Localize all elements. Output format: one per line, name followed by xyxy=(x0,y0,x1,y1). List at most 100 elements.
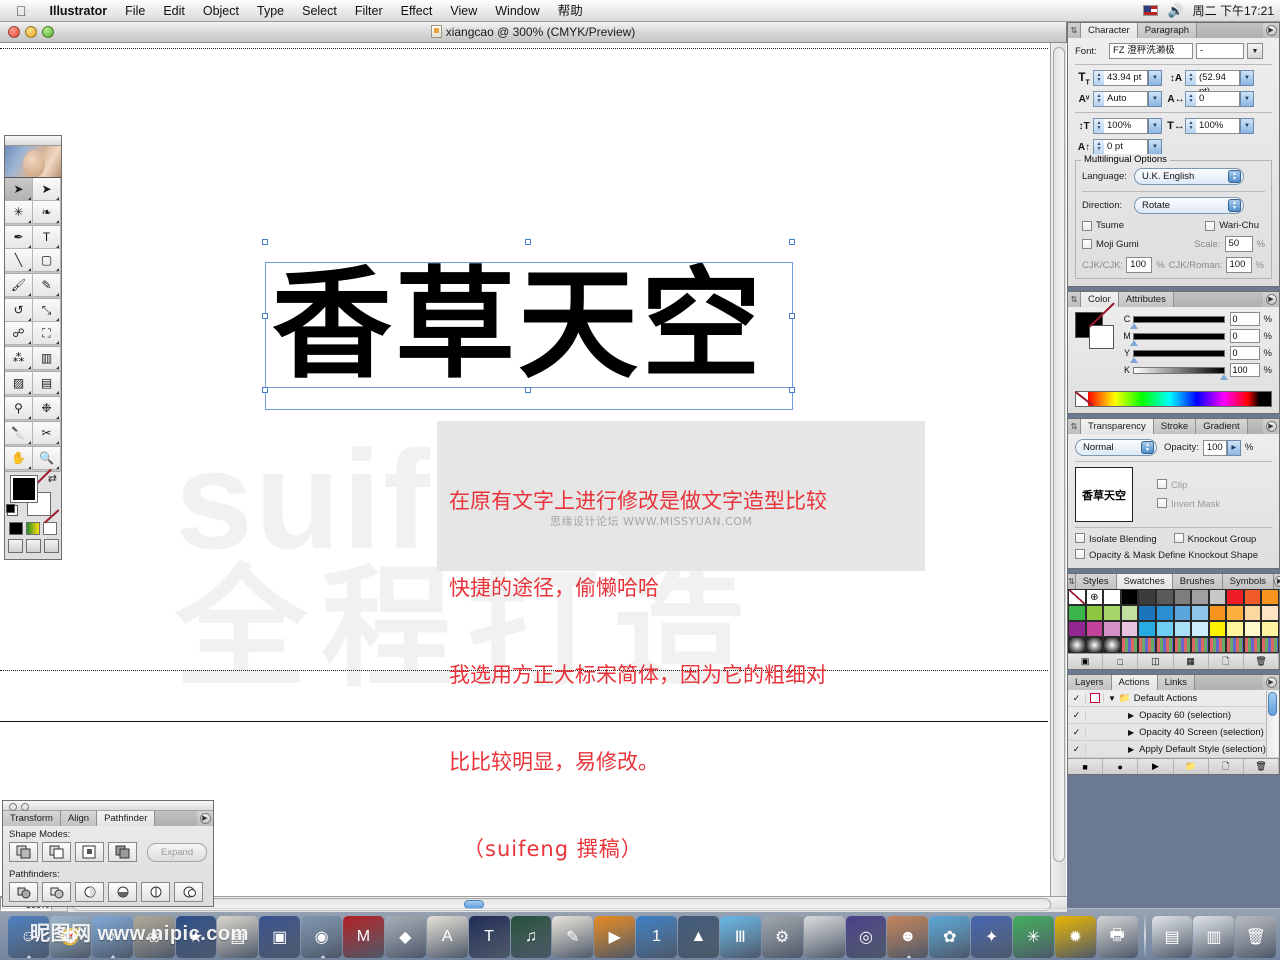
tab-links[interactable]: Links xyxy=(1157,675,1195,691)
font-size-dropdown-icon[interactable]: ▼ xyxy=(1148,70,1162,87)
mesh-tool[interactable]: ▨ xyxy=(5,372,33,395)
tab-pathfinder[interactable]: Pathfinder xyxy=(97,811,156,826)
apple-menu-icon[interactable]:  xyxy=(16,4,27,18)
swatch-41[interactable] xyxy=(1155,637,1174,654)
close-button[interactable] xyxy=(8,26,20,38)
horizontal-scale-field[interactable]: 100% xyxy=(1196,118,1240,135)
dock-item-imovie[interactable]: ★ xyxy=(175,916,217,958)
eyedropper-tool[interactable]: ⚲ xyxy=(5,397,33,420)
actions-row[interactable]: ✓ ▶ Apply Default Style (selection) xyxy=(1068,741,1279,759)
free-transform-tool[interactable]: ⛶ xyxy=(33,322,61,345)
swatch-26[interactable] xyxy=(1103,621,1121,638)
pen-tool[interactable]: ✒ xyxy=(5,226,33,249)
language-popup[interactable]: U.K. English ▲ ▼ xyxy=(1134,168,1244,186)
swatch-6[interactable] xyxy=(1173,589,1192,606)
swatch-35[interactable] xyxy=(1261,621,1279,638)
selection-handle-tr[interactable] xyxy=(789,239,795,245)
swatch-44[interactable] xyxy=(1208,637,1227,654)
disclosure-triangle-icon[interactable]: ▼ xyxy=(1108,694,1116,703)
swatches-panel[interactable]: ⇅ Styles Swatches Brushes Symbols ▶ ⊕ ▣ … xyxy=(1067,573,1280,671)
dock-item-pagemaker[interactable]: A xyxy=(426,916,468,958)
tab-align[interactable]: Align xyxy=(60,811,98,826)
color-knob-m[interactable] xyxy=(1130,339,1138,346)
action-enabled-checkbox[interactable]: ✓ xyxy=(1068,743,1086,755)
selection-handle-tm[interactable] xyxy=(525,239,531,245)
menu-item-select[interactable]: Select xyxy=(293,0,346,22)
disclosure-triangle-icon[interactable]: ▶ xyxy=(1128,745,1134,754)
menu-item-view[interactable]: View xyxy=(441,0,486,22)
tab-stroke[interactable]: Stroke xyxy=(1153,419,1197,435)
dock-item-trash[interactable]: 🗑 xyxy=(1235,916,1277,958)
color-knob-k[interactable] xyxy=(1219,373,1228,380)
font-size-stepper[interactable]: ▲ ▼ xyxy=(1093,70,1104,87)
tsume-warichu-row[interactable]: Tsume Wari-Chu xyxy=(1082,220,1265,231)
swatch-21[interactable] xyxy=(1226,605,1244,622)
vertical-scroll-track[interactable] xyxy=(1053,47,1065,862)
language-popup-arrows[interactable]: ▲ ▼ xyxy=(1228,170,1241,184)
show-pattern-swatches-button[interactable]: ▦ xyxy=(1174,654,1209,670)
swatch-20[interactable] xyxy=(1208,605,1227,622)
pathfinder-tab-row[interactable]: Transform Align Pathfinder ▶ xyxy=(3,811,213,826)
swatch-28[interactable] xyxy=(1138,621,1156,638)
swap-fill-stroke-icon[interactable]: ⇄ xyxy=(48,472,57,485)
character-panel-menu-button[interactable]: ▶ xyxy=(1263,23,1279,38)
warp-tool[interactable]: ☍ xyxy=(5,322,33,345)
delete-swatch-button[interactable]: 🗑 xyxy=(1244,654,1280,670)
dock-item-onebutton[interactable]: 1 xyxy=(636,916,677,958)
knockout-group-checkbox[interactable] xyxy=(1173,533,1184,544)
selection-handle-mr[interactable] xyxy=(789,313,795,319)
action-enabled-checkbox[interactable]: ✓ xyxy=(1068,692,1086,704)
swatches-button-bar[interactable]: ▣ □ ◫ ▦ 🗋 🗑 xyxy=(1068,653,1280,670)
lasso-tool[interactable]: ❧ xyxy=(33,201,61,224)
vertical-scale-field[interactable]: 100% xyxy=(1104,118,1148,135)
tab-swatches[interactable]: Swatches xyxy=(1116,574,1173,590)
blend-mode-arrows[interactable]: ▲ ▼ xyxy=(1141,441,1154,455)
tsume-checkbox[interactable] xyxy=(1082,220,1092,231)
dock-item-printer[interactable]: 🖶 xyxy=(1096,916,1138,958)
actions-list[interactable]: ✓ ▼ 📁 Default Actions ✓ ▶ Opacity 60 (selectio… xyxy=(1068,690,1279,759)
swatch-14[interactable] xyxy=(1103,605,1121,622)
mojigumi-checkbox[interactable] xyxy=(1082,239,1092,250)
swatch-8[interactable] xyxy=(1208,589,1227,606)
language-row[interactable]: Language: U.K. English ▲ ▼ xyxy=(1082,168,1265,186)
color-track-y[interactable] xyxy=(1130,349,1225,363)
swatch-4[interactable] xyxy=(1138,589,1156,606)
swatch-29[interactable] xyxy=(1155,621,1174,638)
menu-item-filter[interactable]: Filter xyxy=(346,0,392,22)
swatch-0[interactable] xyxy=(1068,589,1086,606)
color-tab-row[interactable]: ⇅ Color Attributes ▶ xyxy=(1068,292,1279,308)
outline-button[interactable] xyxy=(141,882,170,902)
selection-handle-br[interactable] xyxy=(789,387,795,393)
color-panel-grip[interactable]: ⇅ xyxy=(1068,292,1081,308)
type-tool[interactable]: T xyxy=(33,226,61,249)
dock-item-shake[interactable]: ◉ xyxy=(301,916,342,958)
dock-item-iphoto[interactable]: ❀ xyxy=(133,916,175,958)
color-value-k[interactable]: 100 xyxy=(1229,363,1260,378)
tab-transparency[interactable]: Transparency xyxy=(1081,419,1154,435)
tab-transform[interactable]: Transform xyxy=(3,811,61,826)
create-new-action-button[interactable]: 🗋 xyxy=(1209,759,1244,775)
dock-item-final-cut[interactable]: ▤ xyxy=(217,916,259,958)
paintbrush-tool[interactable]: 🖌 xyxy=(5,274,33,297)
dock-item-folder-window-2[interactable]: ▥ xyxy=(1193,916,1235,958)
transparency-thumbnail[interactable]: 香草天空 xyxy=(1075,467,1133,523)
hand-tool[interactable]: ✋ xyxy=(5,447,33,470)
actions-button-bar[interactable]: ■ ● ▶ 📁 🗋 🗑 xyxy=(1068,758,1280,775)
actions-scroll-thumb[interactable] xyxy=(1268,692,1277,717)
dock-item-finder[interactable]: ☺ xyxy=(8,916,49,958)
dock-item-textedit[interactable]: ✎ xyxy=(552,916,594,958)
swatch-23[interactable] xyxy=(1261,605,1279,622)
color-knob-c[interactable] xyxy=(1130,322,1138,329)
tab-character[interactable]: Character xyxy=(1081,23,1138,38)
pencil-tool[interactable]: ✎ xyxy=(33,274,61,297)
standard-screen-mode-button[interactable] xyxy=(7,539,23,553)
character-tab-row[interactable]: ⇅ Character Paragraph ▶ xyxy=(1068,23,1279,38)
toolbox-drag-handle[interactable] xyxy=(5,136,61,146)
divide-button[interactable] xyxy=(9,882,38,902)
menu-item-window[interactable]: Window xyxy=(486,0,548,22)
document-title-bar[interactable]: xiangcao @ 300% (CMYK/Preview) xyxy=(0,22,1066,43)
kerning-tracking-row[interactable]: Aᵛ ▲ ▼ Auto ▼ A↔ ▲ ▼ 0 ▼ xyxy=(1075,91,1272,108)
add-to-shape-area-button[interactable] xyxy=(9,842,39,862)
swatch-45[interactable] xyxy=(1226,637,1244,654)
swatch-7[interactable] xyxy=(1191,589,1209,606)
